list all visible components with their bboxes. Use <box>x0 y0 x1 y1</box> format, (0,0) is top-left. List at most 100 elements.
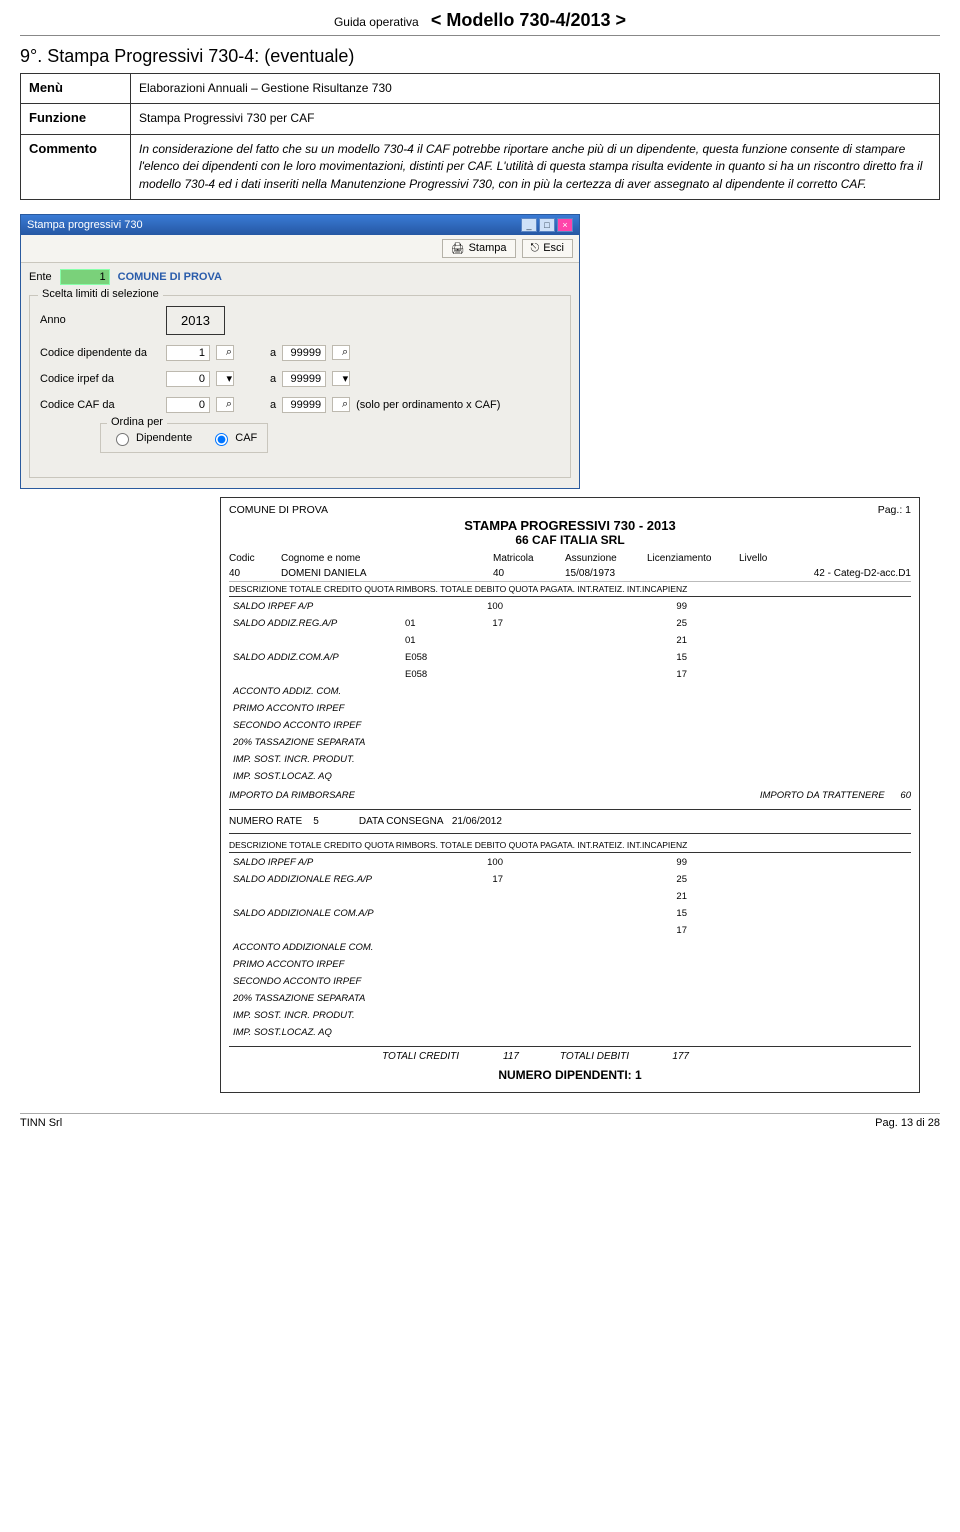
radio-caf-label: CAF <box>235 432 257 444</box>
table-row: IMP. SOST. INCR. PRODUT. <box>231 1008 909 1023</box>
cod-irpef-da-input[interactable]: 0 <box>166 371 210 387</box>
window-title: Stampa progressivi 730 <box>27 219 143 231</box>
commento-value: In considerazione del fatto che su un mo… <box>131 134 940 199</box>
hdr-matricola: Matricola <box>493 553 553 564</box>
a-label: a <box>270 373 276 385</box>
tot-crediti-value: 117 <box>459 1051 519 1062</box>
cod-irpef-label: Codice irpef da <box>40 373 160 385</box>
cols-header: DESCRIZIONE TOTALE CREDITO QUOTA RIMBORS… <box>229 582 911 597</box>
header-big: < Modello 730-4/2013 > <box>431 10 626 30</box>
consegna-value: 21/06/2012 <box>452 816 502 827</box>
table-row: SECONDO ACCONTO IRPEF <box>231 974 909 989</box>
emp-name: DOMENI DANIELA <box>281 568 481 579</box>
ordina-legend: Ordina per <box>107 416 167 428</box>
table-row: SALDO ADDIZ.COM.A/PE05815 <box>231 650 909 665</box>
hdr-livello: Livello <box>739 553 911 564</box>
divider <box>20 35 940 36</box>
cod-dip-label: Codice dipendente da <box>40 347 160 359</box>
emp-liv: 42 - Categ-D2-acc.D1 <box>739 568 911 579</box>
table-row: 20% TASSAZIONE SEPARATA <box>231 991 909 1006</box>
tot-debiti-value: 177 <box>629 1051 689 1062</box>
table-row: 0121 <box>231 633 909 648</box>
lookup-button[interactable]: ⌕ <box>332 397 350 412</box>
rate-value: 5 <box>313 816 319 827</box>
ente-input[interactable]: 1 <box>60 269 110 285</box>
anno-value: 2013 <box>166 306 225 335</box>
trattenere-value: 60 <box>900 790 911 801</box>
menu-label: Menù <box>21 74 131 104</box>
hdr-licenziamento: Licenziamento <box>647 553 727 564</box>
table-row: PRIMO ACCONTO IRPEF <box>231 701 909 716</box>
cols-header-2: DESCRIZIONE TOTALE CREDITO QUOTA RIMBORS… <box>229 838 911 853</box>
radio-dipendente-input[interactable] <box>116 433 129 446</box>
table-row: SALDO IRPEF A/P10099 <box>231 599 909 614</box>
lookup-button[interactable]: ⌕ <box>332 345 350 360</box>
header-small: Guida operativa <box>334 15 419 29</box>
table-row: SECONDO ACCONTO IRPEF <box>231 718 909 733</box>
lookup-button[interactable]: ⌕ <box>216 345 234 360</box>
printer-icon: 🖨 <box>451 242 465 255</box>
exit-icon: ⎋ <box>531 242 540 255</box>
report-org: COMUNE DI PROVA <box>229 504 328 516</box>
hdr-cognome: Cognome e nome <box>281 553 481 564</box>
hdr-assunzione: Assunzione <box>565 553 635 564</box>
tot-debiti-label: TOTALI DEBITI <box>519 1051 629 1062</box>
esci-label: Esci <box>543 242 564 254</box>
stampa-button[interactable]: 🖨 Stampa <box>442 239 516 258</box>
hdr-codic: Codic <box>229 553 269 564</box>
table-row: IMP. SOST. INCR. PRODUT. <box>231 752 909 767</box>
emp-codic: 40 <box>229 568 269 579</box>
spinner-button[interactable]: ▾ <box>332 371 350 386</box>
rate-label: NUMERO RATE <box>229 816 302 827</box>
funzione-label: Funzione <box>21 104 131 134</box>
table-row: ACCONTO ADDIZIONALE COM. <box>231 940 909 955</box>
footer-right: Pag. 13 di 28 <box>875 1117 940 1129</box>
report-title: STAMPA PROGRESSIVI 730 - 2013 <box>229 518 911 533</box>
esci-button[interactable]: ⎋ Esci <box>522 239 573 258</box>
group-legend: Scelta limiti di selezione <box>38 288 163 300</box>
report-subtitle: 66 CAF ITALIA SRL <box>229 533 911 547</box>
cod-irpef-a-input[interactable]: 99999 <box>282 371 326 387</box>
consegna-label: DATA CONSEGNA <box>359 816 444 827</box>
cod-caf-a-input[interactable]: 99999 <box>282 397 326 413</box>
a-label: a <box>270 399 276 411</box>
cod-dip-a-input[interactable]: 99999 <box>282 345 326 361</box>
caf-hint: (solo per ordinamento x CAF) <box>356 399 500 411</box>
commento-label: Commento <box>21 134 131 199</box>
table-row: 20% TASSAZIONE SEPARATA <box>231 735 909 750</box>
emp-matr: 40 <box>493 568 553 579</box>
menu-value: Elaborazioni Annuali – Gestione Risultan… <box>131 74 940 104</box>
radio-caf[interactable]: CAF <box>210 430 257 446</box>
report-page: Pag.: 1 <box>878 504 911 516</box>
rimborsare-label: IMPORTO DA RIMBORSARE <box>229 790 355 801</box>
minimize-button[interactable]: _ <box>521 218 537 232</box>
radio-dipendente-label: Dipendente <box>136 432 192 444</box>
trattenere-label: IMPORTO DA TRATTENERE <box>760 790 885 801</box>
cod-dip-da-input[interactable]: 1 <box>166 345 210 361</box>
cod-caf-label: Codice CAF da <box>40 399 160 411</box>
tot-crediti-label: TOTALI CREDITI <box>229 1051 459 1062</box>
dialog-window: Stampa progressivi 730 _ □ × 🖨 Stampa ⎋ … <box>20 214 580 489</box>
emp-ass: 15/08/1973 <box>565 568 635 579</box>
table-row: PRIMO ACCONTO IRPEF <box>231 957 909 972</box>
table-row: 17 <box>231 923 909 938</box>
close-button[interactable]: × <box>557 218 573 232</box>
radio-caf-input[interactable] <box>215 433 228 446</box>
cod-caf-da-input[interactable]: 0 <box>166 397 210 413</box>
table-row: ACCONTO ADDIZ. COM. <box>231 684 909 699</box>
table-row: SALDO ADDIZIONALE COM.A/P15 <box>231 906 909 921</box>
ente-name: COMUNE DI PROVA <box>118 271 222 283</box>
table-row: 21 <box>231 889 909 904</box>
report-preview: COMUNE DI PROVA Pag.: 1 STAMPA PROGRESSI… <box>220 497 920 1093</box>
section-title: 9°. Stampa Progressivi 730-4: (eventuale… <box>20 46 940 67</box>
info-table: Menù Elaborazioni Annuali – Gestione Ris… <box>20 73 940 200</box>
funzione-value: Stampa Progressivi 730 per CAF <box>131 104 940 134</box>
maximize-button[interactable]: □ <box>539 218 555 232</box>
table-row: SALDO ADDIZIONALE REG.A/P1725 <box>231 872 909 887</box>
lookup-button[interactable]: ⌕ <box>216 397 234 412</box>
spinner-button[interactable]: ▾ <box>216 371 234 386</box>
footer-left: TINN Srl <box>20 1117 62 1129</box>
table-row: IMP. SOST.LOCAZ. AQ <box>231 769 909 784</box>
radio-dipendente[interactable]: Dipendente <box>111 430 192 446</box>
ente-label: Ente <box>29 271 52 283</box>
